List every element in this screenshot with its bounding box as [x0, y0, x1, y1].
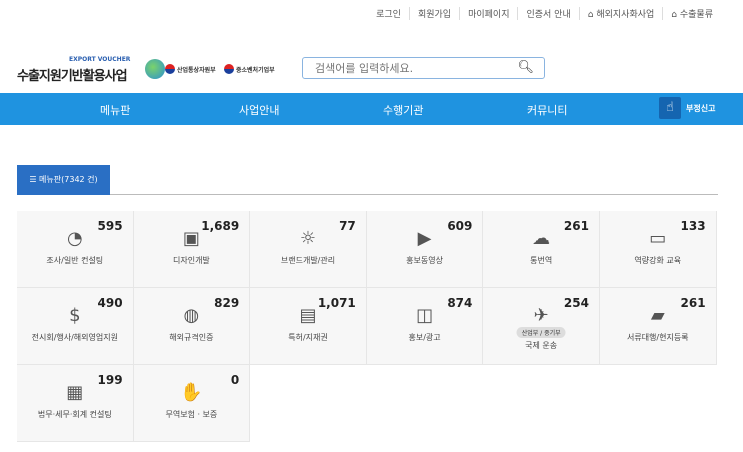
card-label: 특허/지재권	[288, 333, 328, 342]
category-card[interactable]: 254 ✈ 산업부 / 중기부국제 운송	[483, 288, 600, 365]
top-link[interactable]: ⌂ 수출물류	[662, 7, 721, 20]
report-button[interactable]: ☝ 부정신고	[659, 97, 715, 119]
card-count: 490	[97, 296, 123, 310]
card-label: 서류대행/현지등록	[626, 333, 689, 342]
category-card[interactable]: 261 ☁ 통번역	[483, 211, 600, 288]
category-card[interactable]: 199 ▦ 법무·세무·회계 컨설팅	[17, 365, 134, 442]
card-count: 595	[97, 219, 123, 233]
search-icon[interactable]: 🔍︎	[517, 60, 534, 75]
tab-menu[interactable]: ☰ 메뉴판(7342 건)	[17, 165, 110, 195]
card-count: 829	[214, 296, 240, 310]
ministry-logo-mss[interactable]: 중소벤처기업부	[224, 64, 275, 74]
top-link-label: 해외지사화사업	[596, 10, 655, 20]
main-nav: 메뉴판 사업안내 수행기관 커뮤니티 ☝ 부정신고	[0, 93, 743, 125]
card-label: 무역보험 · 보증	[165, 410, 218, 419]
category-card[interactable]: 261 ▰ 서류대행/현지등록	[599, 288, 717, 365]
category-card[interactable]: 77 ☼ 브랜드개발/관리	[250, 211, 367, 288]
card-label: 홍보동영상	[406, 256, 443, 265]
card-label: 브랜드개발/관리	[280, 256, 336, 265]
taegeuk-icon	[224, 64, 234, 74]
card-count: 0	[230, 373, 240, 387]
category-icon: ▶	[417, 228, 432, 249]
category-card[interactable]: 1,689 ▣ 디자인개발	[133, 211, 251, 288]
nav-business[interactable]: 사업안내	[239, 102, 279, 118]
card-label: 국제 운송	[525, 341, 558, 350]
card-label: 통번역	[530, 256, 553, 265]
search-box: 🔍︎	[302, 57, 545, 79]
top-link[interactable]: 마이페이지	[459, 7, 517, 20]
top-link-label: 로그인	[376, 10, 401, 20]
card-label: 홍보/광고	[408, 333, 441, 342]
report-label: 부정신고	[686, 103, 716, 113]
top-link[interactable]: ⌂ 해외지사화사업	[578, 7, 663, 20]
ministry-name: 중소벤처기업부	[236, 66, 275, 74]
category-icon: ◔	[66, 228, 83, 249]
card-count: 261	[680, 296, 706, 310]
category-icon: $	[69, 305, 81, 326]
card-label: 조사/일반 컨설팅	[46, 256, 104, 265]
category-card[interactable]: 1,071 ▤ 특허/지재권	[250, 288, 367, 365]
card-count: 874	[447, 296, 473, 310]
top-link-label: 인증서 안내	[526, 10, 571, 20]
card-label: 전시회/행사/해외영업지원	[31, 333, 118, 342]
card-count: 199	[97, 373, 123, 387]
card-count: 77	[339, 219, 356, 233]
category-card[interactable]: 829 ◍ 해외규격인증	[133, 288, 251, 365]
card-label: 법무·세무·회계 컨설팅	[37, 410, 112, 419]
card-count: 261	[563, 219, 589, 233]
category-card[interactable]: 874 ◫ 홍보/광고	[366, 288, 484, 365]
category-grid: 595 ◔ 조사/일반 컨설팅 1,689 ▣ 디자인개발 77 ☼ 브랜드개발/관리 609 ▶ 홍…	[17, 211, 717, 442]
category-icon: ☁	[532, 228, 551, 249]
nav-agencies[interactable]: 수행기관	[383, 102, 423, 118]
category-card[interactable]: 609 ▶ 홍보동영상	[366, 211, 484, 288]
globe-icon	[145, 59, 165, 79]
category-icon: ◍	[183, 305, 200, 326]
card-count: 1,071	[317, 296, 356, 310]
category-card[interactable]: 490 $ 전시회/행사/해외영업지원	[17, 288, 134, 365]
logo-ko: 수출지원기반활용사업	[17, 69, 128, 84]
nav-community[interactable]: 커뮤니티	[527, 102, 567, 118]
top-link-label: 마이페이지	[468, 10, 510, 20]
taegeuk-icon	[165, 64, 175, 74]
category-icon: ▣	[182, 228, 200, 249]
nav-menu[interactable]: 메뉴판	[100, 102, 130, 118]
logo-en: EXPORT VOUCHER	[69, 56, 131, 63]
card-count: 1,689	[201, 219, 240, 233]
category-icon: ▤	[299, 305, 317, 326]
top-link[interactable]: 회원가입	[408, 7, 459, 20]
category-card[interactable]: 0 ✋ 무역보험 · 보증	[133, 365, 251, 442]
card-tag: 산업부 / 중기부	[516, 327, 566, 338]
tab-divider	[110, 194, 718, 195]
top-link-label: 수출물류	[679, 10, 713, 20]
category-icon: ▦	[66, 382, 84, 403]
category-icon: ☼	[299, 228, 317, 249]
card-label: 역량강화 교육	[634, 256, 682, 265]
card-count: 609	[447, 219, 473, 233]
category-icon: ◫	[416, 305, 434, 326]
category-icon: ▰	[650, 305, 665, 326]
category-icon: ✋	[180, 382, 203, 403]
ministry-name: 산업통상자원부	[177, 66, 216, 74]
ministry-logo-motie[interactable]: 산업통상자원부	[165, 64, 216, 74]
category-card[interactable]: 133 ▭ 역량강화 교육	[599, 211, 717, 288]
top-link[interactable]: 인증서 안내	[517, 7, 578, 20]
category-icon: ▭	[649, 228, 667, 249]
card-count: 254	[563, 296, 589, 310]
home-icon: ⌂	[671, 10, 680, 20]
top-link[interactable]: 로그인	[368, 7, 409, 20]
category-card[interactable]: 595 ◔ 조사/일반 컨설팅	[17, 211, 134, 288]
category-icon: ✈	[533, 305, 549, 326]
top-links: 로그인 회원가입 마이페이지 인증서 안내 ⌂ 해외지사화사업 ⌂ 수출물류	[368, 7, 721, 20]
card-count: 133	[680, 219, 706, 233]
touch-icon: ☝	[659, 97, 681, 119]
card-label: 해외규격인증	[169, 333, 214, 342]
search-input[interactable]	[313, 61, 517, 76]
card-label: 디자인개발	[172, 256, 210, 265]
top-link-label: 회원가입	[417, 10, 452, 20]
